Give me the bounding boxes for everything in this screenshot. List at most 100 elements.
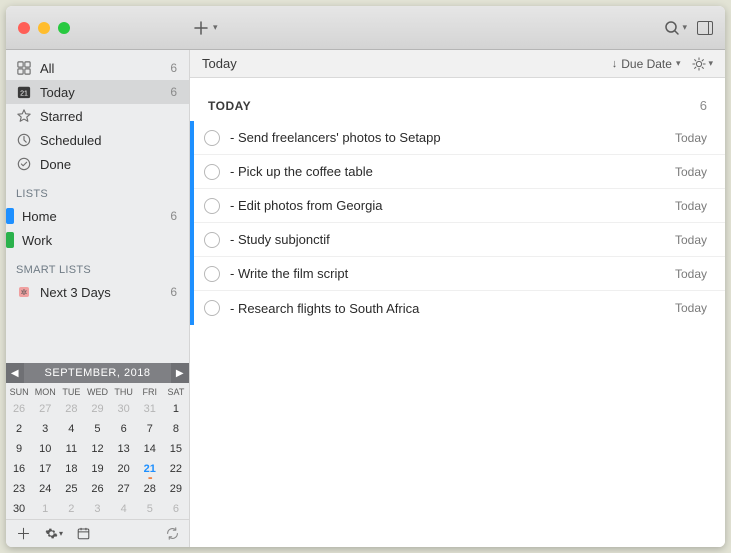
calendar-day[interactable]: 5	[137, 499, 163, 519]
calendar-day[interactable]: 30	[6, 499, 32, 519]
calendar-prev-button[interactable]: ◀	[6, 363, 24, 383]
task-row[interactable]: - Write the film scriptToday	[190, 257, 725, 291]
calendar-day[interactable]: 4	[111, 499, 137, 519]
calendar-day[interactable]: 21	[137, 459, 163, 479]
lists-section-label: LISTS	[6, 176, 189, 204]
sidebar-item-done[interactable]: Done	[6, 152, 189, 176]
sidebar-item-scheduled[interactable]: Scheduled	[6, 128, 189, 152]
calendar-day[interactable]: 11	[58, 439, 84, 459]
task-title: - Send freelancers' photos to Setapp	[230, 130, 441, 145]
task-due-label: Today	[675, 267, 707, 281]
sidebar-list-work[interactable]: Work	[6, 228, 189, 252]
task-row[interactable]: - Edit photos from GeorgiaToday	[190, 189, 725, 223]
task-due-label: Today	[675, 233, 707, 247]
task-due-label: Today	[675, 131, 707, 145]
calendar-day[interactable]: 28	[137, 479, 163, 499]
task-checkbox[interactable]	[204, 130, 220, 146]
calendar-day[interactable]: 18	[58, 459, 84, 479]
calendar-day[interactable]: 7	[137, 419, 163, 439]
plus-icon	[193, 20, 209, 36]
calendar-day[interactable]: 14	[137, 439, 163, 459]
calendar-day[interactable]: 4	[58, 419, 84, 439]
sidebar-smart-next-3-days[interactable]: ✲Next 3 Days6	[6, 280, 189, 304]
task-row[interactable]: - Send freelancers' photos to Setapp Toda…	[190, 121, 725, 155]
calendar-day[interactable]: 6	[111, 419, 137, 439]
calendar-day[interactable]: 20	[111, 459, 137, 479]
chevron-down-icon: ▾	[676, 58, 681, 69]
add-list-button[interactable]: ＋	[16, 523, 31, 544]
minimize-window-button[interactable]	[38, 22, 50, 34]
calendar-day[interactable]: 3	[84, 499, 110, 519]
sidebar-item-count: 6	[170, 285, 179, 299]
task-list: - Send freelancers' photos to Setapp Toda…	[190, 121, 725, 325]
calendar-day[interactable]: 29	[84, 399, 110, 419]
sync-button[interactable]	[166, 527, 179, 540]
view-options-button[interactable]: ▾	[692, 57, 713, 71]
task-checkbox[interactable]	[204, 232, 220, 248]
calendar-day[interactable]: 10	[32, 439, 58, 459]
calendar-day[interactable]: 27	[32, 399, 58, 419]
task-row[interactable]: - Study subjonctifToday	[190, 223, 725, 257]
sidebar-item-count: 6	[170, 209, 179, 223]
calendar-day[interactable]: 24	[32, 479, 58, 499]
calendar-day[interactable]: 1	[163, 399, 189, 419]
calendar-day[interactable]: 17	[32, 459, 58, 479]
chevron-down-icon: ▾	[682, 22, 687, 33]
settings-button[interactable]: ▾	[45, 527, 63, 540]
calendar-day[interactable]: 5	[84, 419, 110, 439]
task-checkbox[interactable]	[204, 198, 220, 214]
calendar-day[interactable]: 8	[163, 419, 189, 439]
task-due-label: Today	[675, 199, 707, 213]
sidebar-list-home[interactable]: Home6	[6, 204, 189, 228]
calendar-day[interactable]: 27	[111, 479, 137, 499]
task-checkbox[interactable]	[204, 300, 220, 316]
calendar-day[interactable]: 26	[84, 479, 110, 499]
calendar-day[interactable]: 9	[6, 439, 32, 459]
calendar-day[interactable]: 23	[6, 479, 32, 499]
search-button[interactable]: ▾	[664, 20, 687, 36]
svg-text:21: 21	[20, 91, 28, 98]
task-title: - Pick up the coffee table	[230, 164, 373, 179]
calendar-day[interactable]: 31	[137, 399, 163, 419]
toggle-panel-button[interactable]	[697, 21, 713, 35]
sidebar-item-label: Done	[40, 157, 71, 172]
add-task-button[interactable]	[191, 18, 211, 38]
sidebar-footer: ＋ ▾	[6, 519, 189, 547]
calendar-day[interactable]: 13	[111, 439, 137, 459]
calendar-day[interactable]: 30	[111, 399, 137, 419]
calendar-day[interactable]: 6	[163, 499, 189, 519]
zoom-window-button[interactable]	[58, 22, 70, 34]
calendar-next-button[interactable]: ▶	[171, 363, 189, 383]
calendar-day[interactable]: 16	[6, 459, 32, 479]
task-checkbox[interactable]	[204, 266, 220, 282]
calendar-day[interactable]: 25	[58, 479, 84, 499]
calendar-icon	[77, 527, 90, 540]
sidebar-item-starred[interactable]: Starred	[6, 104, 189, 128]
calendar-day[interactable]: 22	[163, 459, 189, 479]
task-group-header: TODAY 6	[190, 78, 725, 121]
chevron-down-icon[interactable]: ▾	[213, 22, 218, 33]
smart-list-icon: ✲	[16, 284, 32, 300]
calendar-day[interactable]: 26	[6, 399, 32, 419]
calendar-day[interactable]: 19	[84, 459, 110, 479]
task-row[interactable]: - Research flights to South AfricaToday	[190, 291, 725, 325]
calendar-dow: THU	[111, 383, 137, 399]
calendar-day[interactable]: 2	[58, 499, 84, 519]
task-list-accent	[190, 121, 194, 325]
calendar-header: ◀ SEPTEMBER, 2018 ▶	[6, 363, 189, 383]
sort-button[interactable]: ↓ Due Date ▾	[612, 57, 681, 71]
close-window-button[interactable]	[18, 22, 30, 34]
app-window: ▾ ▾ All621Today6StarredScheduledDone LIS…	[6, 6, 725, 547]
calendar-day[interactable]: 29	[163, 479, 189, 499]
calendar-day[interactable]: 1	[32, 499, 58, 519]
sidebar-item-today[interactable]: 21Today6	[6, 80, 189, 104]
task-checkbox[interactable]	[204, 164, 220, 180]
calendar-day[interactable]: 15	[163, 439, 189, 459]
calendar-toggle-button[interactable]	[77, 527, 90, 540]
calendar-day[interactable]: 3	[32, 419, 58, 439]
sidebar-item-all[interactable]: All6	[6, 56, 189, 80]
calendar-day[interactable]: 2	[6, 419, 32, 439]
task-row[interactable]: - Pick up the coffee tableToday	[190, 155, 725, 189]
calendar-day[interactable]: 28	[58, 399, 84, 419]
calendar-day[interactable]: 12	[84, 439, 110, 459]
